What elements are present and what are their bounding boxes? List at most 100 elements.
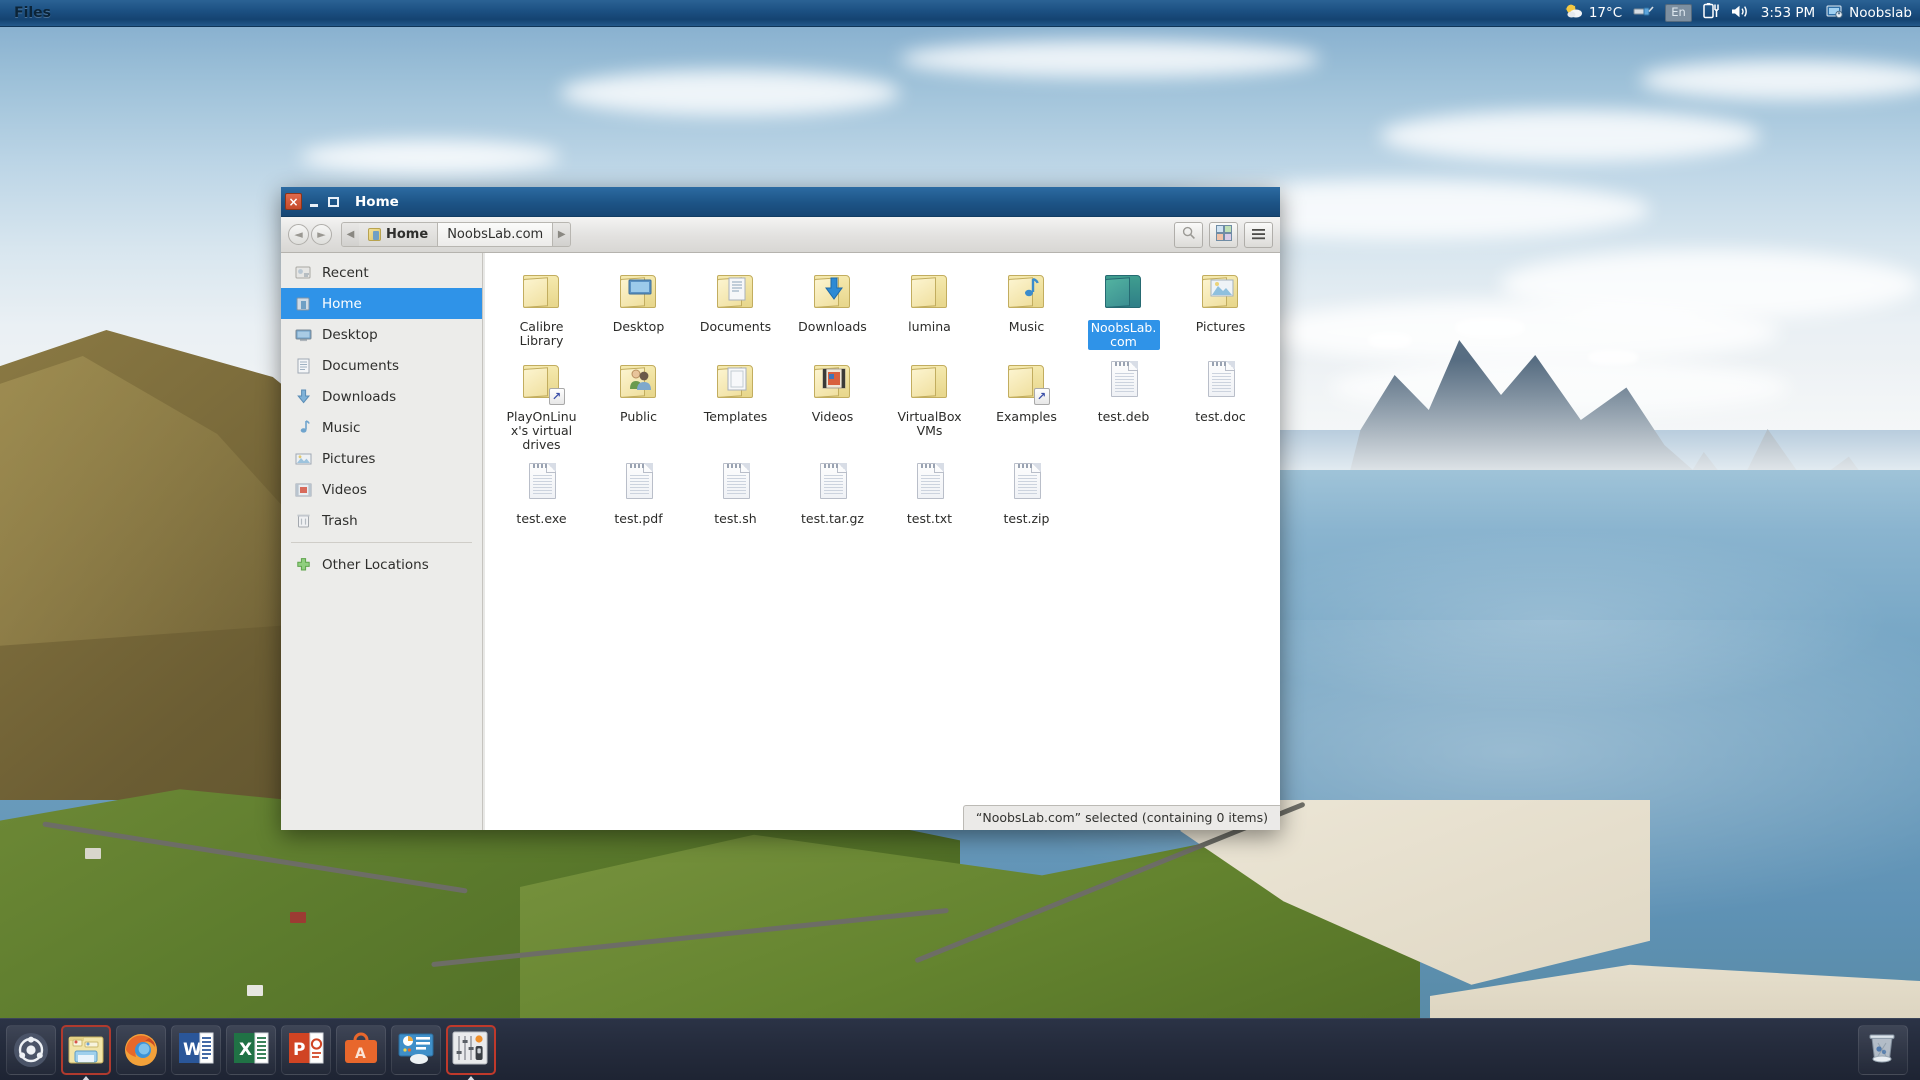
excel-icon: X (232, 1031, 270, 1069)
window-title: Home (355, 193, 399, 210)
dock-item-files[interactable] (61, 1024, 111, 1080)
firefox-icon (122, 1031, 160, 1069)
sidebar-item-downloads[interactable]: Downloads (281, 381, 482, 412)
sidebar-item-desktop[interactable]: Desktop (281, 319, 482, 350)
dock-item-powerpoint[interactable]: P (281, 1024, 331, 1075)
folder-item[interactable]: ↗ Examples (978, 355, 1075, 452)
file-label: Templates (703, 409, 768, 424)
document-file-icon (722, 463, 750, 499)
dock-item-word[interactable]: W (171, 1024, 221, 1075)
folder-item[interactable]: NoobsLab.com (1075, 265, 1172, 350)
user-name-label: Noobslab (1849, 5, 1912, 21)
file-item[interactable]: test.pdf (590, 457, 687, 526)
downloads-emblem-icon (821, 277, 847, 301)
clock-label[interactable]: 3:53 PM (1761, 5, 1815, 21)
folder-item[interactable]: Downloads (784, 265, 881, 350)
window-titlebar[interactable]: × Home (281, 187, 1280, 217)
file-item[interactable]: test.sh (687, 457, 784, 526)
dock-trash[interactable] (1858, 1024, 1920, 1075)
search-button[interactable] (1174, 221, 1203, 248)
music-emblem-icon (1015, 277, 1041, 301)
file-label: Videos (811, 409, 854, 424)
dock-items[interactable]: W X P A (0, 1024, 496, 1080)
dock-item-ubuntu-dash[interactable] (6, 1024, 56, 1075)
menu-button[interactable] (1244, 221, 1273, 248)
file-item[interactable]: test.txt (881, 457, 978, 526)
folder-item[interactable]: Videos (784, 355, 881, 452)
file-item[interactable]: test.zip (978, 457, 1075, 526)
sidebar-item-trash[interactable]: Trash (281, 505, 482, 536)
toolbar-right-buttons[interactable] (1174, 221, 1273, 248)
sidebar-item-other-locations[interactable]: Other Locations (281, 549, 482, 580)
file-label: test.tar.gz (800, 511, 864, 526)
sidebar-item-home[interactable]: Home (281, 288, 482, 319)
dock-item-firefox[interactable] (116, 1024, 166, 1075)
volume-icon[interactable] (1731, 4, 1750, 23)
folder-item[interactable]: Desktop (590, 265, 687, 350)
folder-item[interactable]: Templates (687, 355, 784, 452)
breadcrumb[interactable]: ◀ Home NoobsLab.com ▶ (341, 222, 572, 247)
folder-item[interactable]: Pictures (1172, 265, 1269, 350)
window-toolbar[interactable]: ◄ ► ◀ Home NoobsLab.com ▶ (281, 217, 1280, 253)
desktop[interactable]: Files 17°C En 3:53 PM Noobslab × Home ◄ … (0, 0, 1920, 1080)
folder-item[interactable]: lumina (881, 265, 978, 350)
file-item[interactable]: test.doc (1172, 355, 1269, 452)
weather-indicator[interactable]: 17°C (1564, 3, 1622, 23)
wallpaper-sea-shimmer (1180, 520, 1920, 720)
document-file-icon (819, 463, 847, 499)
home-icon (295, 296, 312, 312)
panel-app-menu[interactable]: Files (0, 5, 63, 21)
dock-item-trash[interactable] (1858, 1024, 1908, 1075)
file-item[interactable]: test.tar.gz (784, 457, 881, 526)
folder-item[interactable]: Music (978, 265, 1075, 350)
file-icon-view[interactable]: Calibre Library Desktop Documents Downloads… (483, 253, 1280, 830)
sidebar-item-recent[interactable]: Recent (281, 257, 482, 288)
breadcrumb-item-noobslab[interactable]: NoobsLab.com (438, 223, 554, 246)
file-label: VirtualBox VMs (897, 409, 962, 438)
file-item[interactable]: test.exe (493, 457, 590, 526)
back-arrow-icon[interactable]: ◄ (288, 224, 309, 245)
file-item[interactable]: test.deb (1075, 355, 1172, 452)
breadcrumb-item-home[interactable]: Home (359, 223, 439, 246)
documents-emblem-icon (724, 277, 750, 301)
system-tray[interactable]: 17°C En 3:53 PM Noobslab (1564, 3, 1920, 23)
dock-item-equalizer[interactable] (446, 1024, 496, 1080)
folder-item[interactable]: Documents (687, 265, 784, 350)
sun-cloud-icon (1564, 3, 1584, 23)
sidebar-item-videos[interactable]: Videos (281, 474, 482, 505)
folder-item[interactable]: Public (590, 355, 687, 452)
network-icon[interactable] (1633, 4, 1654, 22)
close-window-button[interactable]: × (285, 193, 302, 210)
chevron-left-icon[interactable]: ◀ (342, 223, 359, 246)
top-panel[interactable]: Files 17°C En 3:53 PM Noobslab (0, 0, 1920, 27)
folder-item[interactable]: Calibre Library (493, 265, 590, 350)
folder-item[interactable]: VirtualBox VMs (881, 355, 978, 452)
svg-text:A: A (355, 1046, 366, 1062)
status-bar: “NoobsLab.com” selected (containing 0 it… (962, 805, 1280, 830)
hamburger-menu-icon (1251, 225, 1266, 244)
user-menu[interactable]: Noobslab (1826, 4, 1912, 23)
chevron-right-icon[interactable]: ▶ (553, 223, 571, 246)
taskbar-dock[interactable]: W X P A (0, 1018, 1920, 1080)
sidebar-item-music[interactable]: Music (281, 412, 482, 443)
dock-item-ubuntu-software[interactable]: A (336, 1024, 386, 1075)
file-manager-window[interactable]: × Home ◄ ► ◀ Home NoobsLab.com ▶ Recent … (281, 187, 1280, 830)
keyboard-layout-indicator[interactable]: En (1665, 4, 1692, 22)
sidebar-item-documents[interactable]: Documents (281, 350, 482, 381)
view-grid-button[interactable] (1209, 221, 1238, 248)
forward-arrow-icon[interactable]: ► (311, 224, 332, 245)
file-label: test.zip (1003, 511, 1050, 526)
sidebar-item-pictures[interactable]: Pictures (281, 443, 482, 474)
folder-icon (910, 273, 949, 309)
navigation-buttons[interactable]: ◄ ► (288, 224, 332, 245)
running-indicator (81, 1075, 91, 1080)
folder-item[interactable]: ↗ PlayOnLinux's virtual drives (493, 355, 590, 452)
dock-item-excel[interactable]: X (226, 1024, 276, 1075)
dock-item-system-monitor[interactable] (391, 1024, 441, 1075)
file-label: NoobsLab.com (1087, 320, 1160, 350)
maximize-window-button[interactable] (325, 193, 342, 210)
file-label: Examples (996, 409, 1057, 424)
sidebar[interactable]: Recent Home Desktop Documents Downloads … (281, 253, 483, 830)
minimize-window-button[interactable] (305, 193, 322, 210)
battery-charging-icon[interactable] (1703, 3, 1720, 23)
